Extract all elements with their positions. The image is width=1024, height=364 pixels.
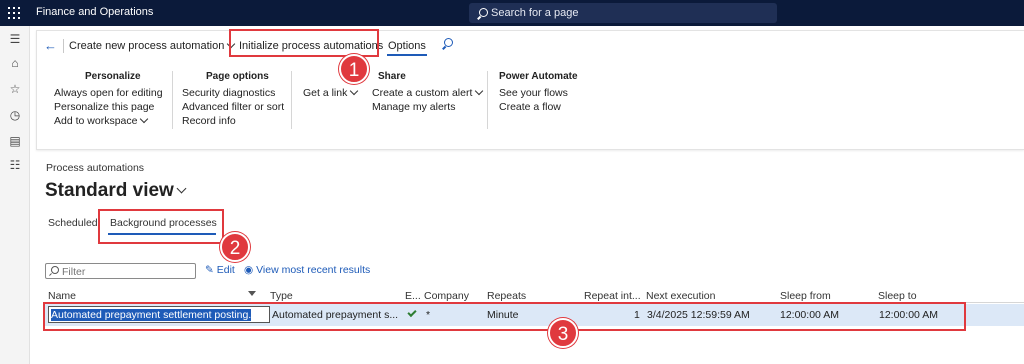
get-a-link-button[interactable]: Get a link [303, 86, 359, 99]
group-divider [291, 71, 292, 129]
add-to-workspace-button[interactable]: Add to workspace [54, 114, 149, 127]
favorites-star-icon[interactable]: ☆ [8, 82, 22, 96]
callout-badge-2: 2 [220, 232, 250, 262]
security-diagnostics-button[interactable]: Security diagnostics [182, 87, 275, 99]
left-navigation: ☰ ⌂ ☆ ◷ ▤ ☷ [0, 26, 30, 364]
recent-clock-icon[interactable]: ◷ [8, 108, 22, 122]
column-header-name[interactable]: Name [48, 290, 76, 302]
callout-box-initialize [229, 29, 379, 57]
column-header-enabled[interactable]: E... [405, 290, 421, 302]
chevron-down-icon [176, 183, 187, 194]
create-custom-alert-button[interactable]: Create a custom alert [372, 86, 484, 99]
create-process-automation-button[interactable]: Create new process automation [69, 39, 236, 52]
chevron-down-icon [350, 86, 359, 96]
column-header-type[interactable]: Type [270, 290, 293, 302]
top-bar: Finance and Operations Search for a page [0, 0, 1024, 26]
create-a-flow-button[interactable]: Create a flow [499, 101, 561, 113]
see-your-flows-button[interactable]: See your flows [499, 87, 568, 99]
group-title-share: Share [378, 71, 406, 82]
search-icon [479, 8, 488, 17]
tab-options[interactable]: Options [388, 40, 426, 52]
column-filter-icon[interactable] [248, 291, 256, 296]
home-icon[interactable]: ⌂ [8, 56, 22, 70]
modules-list-icon[interactable]: ☷ [8, 158, 22, 172]
advanced-filter-sort-button[interactable]: Advanced filter or sort [182, 101, 284, 113]
breadcrumb: Process automations [46, 162, 145, 174]
manage-my-alerts-button[interactable]: Manage my alerts [372, 101, 455, 113]
pencil-icon: ✎ [205, 264, 214, 276]
global-search-input[interactable]: Search for a page [469, 3, 777, 23]
workspaces-icon[interactable]: ▤ [8, 134, 22, 148]
column-header-next-execution[interactable]: Next execution [646, 290, 715, 302]
group-title-personalize: Personalize [85, 71, 141, 82]
group-divider [172, 71, 173, 129]
group-title-power-automate: Power Automate [499, 71, 578, 82]
callout-badge-3: 3 [548, 318, 578, 348]
app-launcher-icon[interactable] [8, 7, 20, 19]
view-recent-results-link[interactable]: ◉ View most recent results [244, 264, 370, 276]
record-info-button[interactable]: Record info [182, 115, 236, 127]
column-header-repeat-interval[interactable]: Repeat int... [584, 290, 641, 302]
group-title-page-options: Page options [206, 71, 269, 82]
chevron-down-icon [475, 86, 484, 96]
callout-box-background-tab [98, 209, 224, 244]
chevron-down-icon [140, 114, 149, 124]
column-header-company[interactable]: Company [424, 290, 469, 302]
hamburger-menu-icon[interactable]: ☰ [8, 32, 22, 46]
separator [63, 39, 64, 53]
column-header-sleep-to[interactable]: Sleep to [878, 290, 917, 302]
action-search-icon[interactable] [442, 38, 454, 50]
grid-header: Name Type E... Company Repeats Repeat in… [44, 289, 1024, 303]
tab-scheduled[interactable]: Scheduled [48, 217, 98, 229]
callout-box-row [43, 302, 966, 331]
filter-search-icon [49, 266, 59, 276]
eye-icon: ◉ [244, 264, 254, 276]
always-open-for-editing-button[interactable]: Always open for editing [54, 87, 163, 99]
action-pane: ← Create new process automation Initiali… [36, 30, 1024, 150]
filter-input[interactable] [45, 263, 196, 279]
search-placeholder: Search for a page [491, 7, 579, 19]
column-header-sleep-from[interactable]: Sleep from [780, 290, 831, 302]
options-tab-underline [387, 54, 427, 56]
view-selector[interactable]: Standard view [45, 180, 187, 202]
edit-link[interactable]: ✎ Edit [205, 264, 235, 276]
back-arrow-icon[interactable]: ← [44, 38, 57, 53]
callout-badge-1: 1 [339, 54, 369, 84]
personalize-this-page-button[interactable]: Personalize this page [54, 101, 154, 113]
column-header-repeats[interactable]: Repeats [487, 290, 526, 302]
group-divider [487, 71, 488, 129]
app-title: Finance and Operations [36, 6, 154, 18]
